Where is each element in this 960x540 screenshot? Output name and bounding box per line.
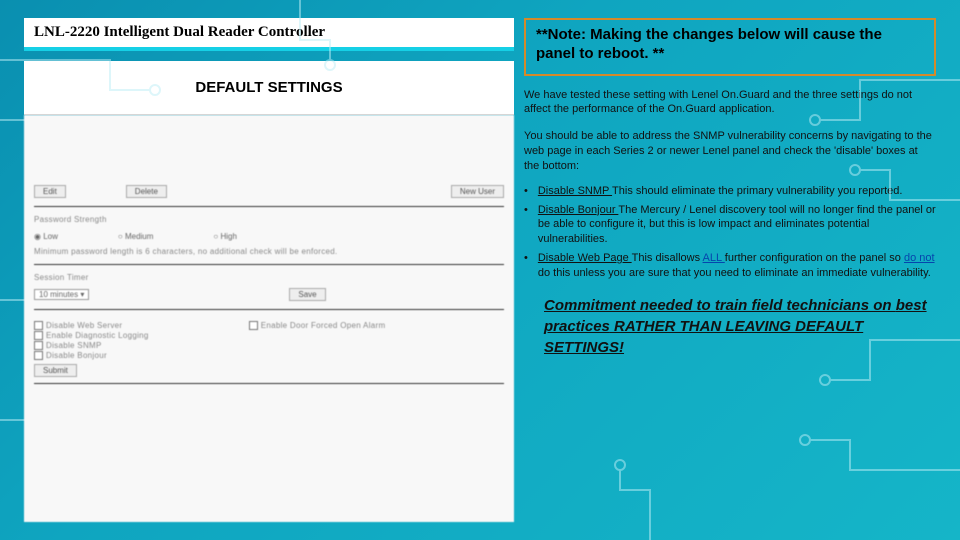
checkbox-disable-bonjour[interactable]: [34, 351, 43, 360]
bullet-1: •Disable SNMP This should eliminate the …: [524, 184, 936, 199]
password-note: Minimum password length is 6 characters,…: [34, 247, 504, 256]
checkbox-disable-web[interactable]: [34, 321, 43, 330]
paragraph-1: We have tested these setting with Lenel …: [524, 88, 936, 118]
bullet-list: •Disable SNMP This should eliminate the …: [524, 180, 936, 285]
settings-screenshot: Edit Delete New User Password Strength ◉…: [24, 115, 514, 522]
checkbox-enable-diag[interactable]: [34, 331, 43, 340]
panel-title: LNL-2220 Intelligent Dual Reader Control…: [24, 18, 514, 51]
session-timer-select[interactable]: 10 minutes ▾: [34, 289, 89, 300]
right-column: **Note: Making the changes below will ca…: [524, 18, 936, 522]
default-settings-heading: DEFAULT SETTINGS: [24, 61, 514, 115]
delete-button[interactable]: Delete: [126, 185, 167, 198]
submit-button[interactable]: Submit: [34, 364, 77, 377]
kicker: Commitment needed to train field technic…: [524, 295, 936, 358]
left-column: LNL-2220 Intelligent Dual Reader Control…: [24, 18, 514, 522]
radio-high[interactable]: ○ High: [213, 232, 237, 241]
paragraph-2: You should be able to address the SNMP v…: [524, 129, 936, 174]
radio-medium[interactable]: ○ Medium: [118, 232, 154, 241]
checkbox-disable-snmp[interactable]: [34, 341, 43, 350]
checkbox-enable-door[interactable]: [249, 321, 258, 330]
bullet-3: •Disable Web Page This disallows ALL fur…: [524, 251, 936, 281]
session-timer-label: Session Timer: [34, 273, 504, 282]
bullet-2: •Disable Bonjour The Mercury / Lenel dis…: [524, 203, 936, 248]
radio-low[interactable]: ◉ Low: [34, 232, 58, 241]
note-box: **Note: Making the changes below will ca…: [524, 18, 936, 76]
edit-button[interactable]: Edit: [34, 185, 66, 198]
save-button[interactable]: Save: [289, 288, 325, 301]
new-user-button[interactable]: New User: [451, 185, 504, 198]
password-strength-label: Password Strength: [34, 215, 504, 224]
